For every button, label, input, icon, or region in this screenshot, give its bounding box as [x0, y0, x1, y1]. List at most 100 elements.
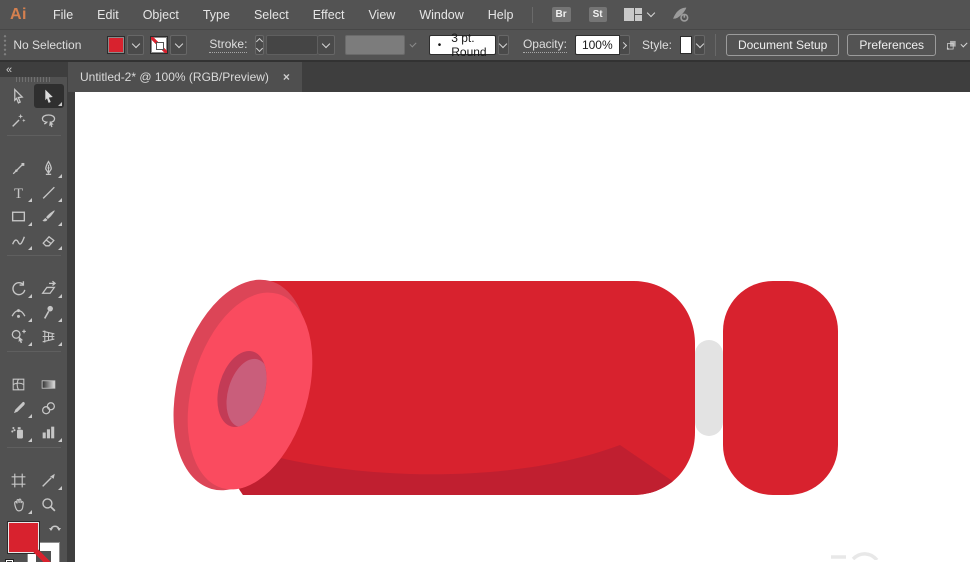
toolbar-dock: « T [0, 62, 67, 562]
artboard-canvas[interactable] [75, 92, 970, 562]
chevron-down-icon[interactable] [646, 8, 655, 18]
stroke-indicator[interactable] [27, 542, 60, 562]
salami-tie[interactable] [695, 340, 723, 436]
pen-tool[interactable] [34, 156, 64, 180]
stock-button[interactable]: St [588, 7, 607, 22]
close-icon[interactable]: × [283, 70, 290, 84]
column-graph-icon [42, 426, 55, 438]
chevron-down-icon[interactable] [960, 39, 968, 48]
zoom-icon [42, 497, 56, 511]
hand-icon [14, 498, 24, 511]
fill-color-dropdown[interactable] [127, 35, 145, 55]
cursor-outline-icon [14, 87, 24, 104]
fill-color-swatch[interactable] [107, 36, 126, 54]
brush-preview-icon: • [437, 39, 442, 51]
slice-tool[interactable] [34, 468, 64, 492]
collapse-panel-button[interactable]: « [6, 64, 13, 76]
arrange-documents-icon[interactable] [946, 36, 958, 54]
eyedropper-tool[interactable] [4, 396, 34, 420]
blend-tool[interactable] [34, 396, 64, 420]
tools-panel-grip[interactable] [0, 77, 67, 82]
stroke-label[interactable]: Stroke: [209, 37, 248, 53]
control-bar: No Selection Stroke: • 3 pt. Round Opaci… [0, 30, 970, 62]
style-label: Style: [642, 38, 673, 52]
curvature-tool[interactable] [4, 156, 34, 180]
pen-icon [45, 159, 52, 175]
column-graph-tool[interactable] [34, 420, 64, 444]
menu-item-view[interactable]: View [356, 8, 407, 22]
line-segment-tool[interactable] [34, 180, 64, 204]
opacity-label[interactable]: Opacity: [522, 37, 567, 53]
document-setup-button[interactable]: Document Setup [725, 34, 840, 56]
eraser-tool[interactable] [34, 228, 64, 252]
lasso-tool[interactable] [34, 108, 64, 132]
scale-tool[interactable] [34, 276, 64, 300]
chevron-down-icon [131, 39, 141, 49]
menu-item-help[interactable]: Help [476, 8, 526, 22]
symbol-sprayer-tool[interactable] [4, 420, 34, 444]
menu-item-type[interactable]: Type [191, 8, 242, 22]
stroke-weight-input[interactable] [266, 35, 319, 55]
menu-item-file[interactable]: File [41, 8, 85, 22]
rotate-tool[interactable] [4, 276, 34, 300]
style-dropdown[interactable] [693, 35, 706, 55]
menu-item-window[interactable]: Window [407, 8, 475, 22]
hand-tool[interactable] [4, 492, 34, 516]
width-tool[interactable] [4, 300, 34, 324]
illustrator-window: Ai File Edit Object Type Select Effect View Win… [0, 0, 970, 562]
magic-wand-tool[interactable] [4, 108, 34, 132]
style-swatch[interactable] [680, 36, 692, 54]
panel-grip[interactable] [3, 34, 8, 56]
menu-item-object[interactable]: Object [131, 8, 191, 22]
gradient-tool[interactable] [34, 372, 64, 396]
stroke-weight-dropdown[interactable] [318, 35, 336, 55]
stroke-weight-stepper[interactable] [255, 35, 265, 55]
tool-group-divider [4, 252, 64, 259]
fill-color-control[interactable] [107, 35, 145, 55]
menu-item-select[interactable]: Select [242, 8, 301, 22]
paintbrush-tool[interactable] [34, 204, 64, 228]
gradient-icon [41, 379, 56, 389]
salami-end-knot[interactable] [723, 281, 838, 495]
cursor-filled-icon [45, 89, 53, 103]
document-tab[interactable]: Untitled-2* @ 100% (RGB/Preview) × [68, 62, 302, 92]
menu-divider [531, 6, 533, 23]
shaper-tool[interactable] [4, 228, 34, 252]
stroke-color-swatch[interactable] [150, 36, 169, 54]
opacity-input[interactable]: 100% [574, 35, 620, 55]
chevron-down-icon [322, 39, 331, 49]
workspace-switcher-icon[interactable] [623, 8, 642, 21]
swap-fill-stroke-icon[interactable] [48, 521, 62, 534]
stroke-weight-control[interactable] [266, 35, 336, 55]
mesh-tool[interactable] [4, 372, 34, 396]
brush-definition-dropdown[interactable] [497, 35, 509, 55]
menu-item-edit[interactable]: Edit [85, 8, 131, 22]
shape-builder-tool[interactable] [4, 324, 34, 348]
bridge-button[interactable]: Br [551, 7, 571, 22]
selection-status: No Selection [13, 38, 82, 52]
puppet-warp-tool[interactable] [34, 300, 64, 324]
type-tool[interactable]: T [4, 180, 34, 204]
stroke-color-control[interactable] [150, 35, 188, 55]
svg-text:T: T [14, 185, 23, 200]
gpu-performance-icon[interactable] [672, 6, 689, 23]
blend-icon [42, 401, 55, 414]
direct-selection-tool[interactable] [33, 84, 64, 108]
type-icon: T [14, 185, 23, 200]
zoom-tool[interactable] [34, 492, 64, 516]
stroke-color-dropdown[interactable] [170, 35, 188, 55]
tool-grid: T [0, 84, 67, 516]
brush-definition-combo[interactable]: • 3 pt. Round [428, 31, 496, 59]
opacity-next-button[interactable] [619, 35, 630, 55]
perspective-grid-tool[interactable] [34, 324, 64, 348]
chevron-down-icon [409, 39, 417, 48]
selection-tool[interactable] [4, 84, 34, 108]
fill-stroke-cluster [0, 520, 67, 562]
artboard-tool[interactable] [4, 468, 34, 492]
eraser-icon [42, 235, 55, 246]
document-tab-bar: Untitled-2* @ 100% (RGB/Preview) × [67, 62, 970, 92]
preferences-button[interactable]: Preferences [847, 34, 937, 56]
rectangle-icon [11, 211, 26, 221]
menu-item-effect[interactable]: Effect [301, 8, 357, 22]
rectangle-tool[interactable] [4, 204, 34, 228]
